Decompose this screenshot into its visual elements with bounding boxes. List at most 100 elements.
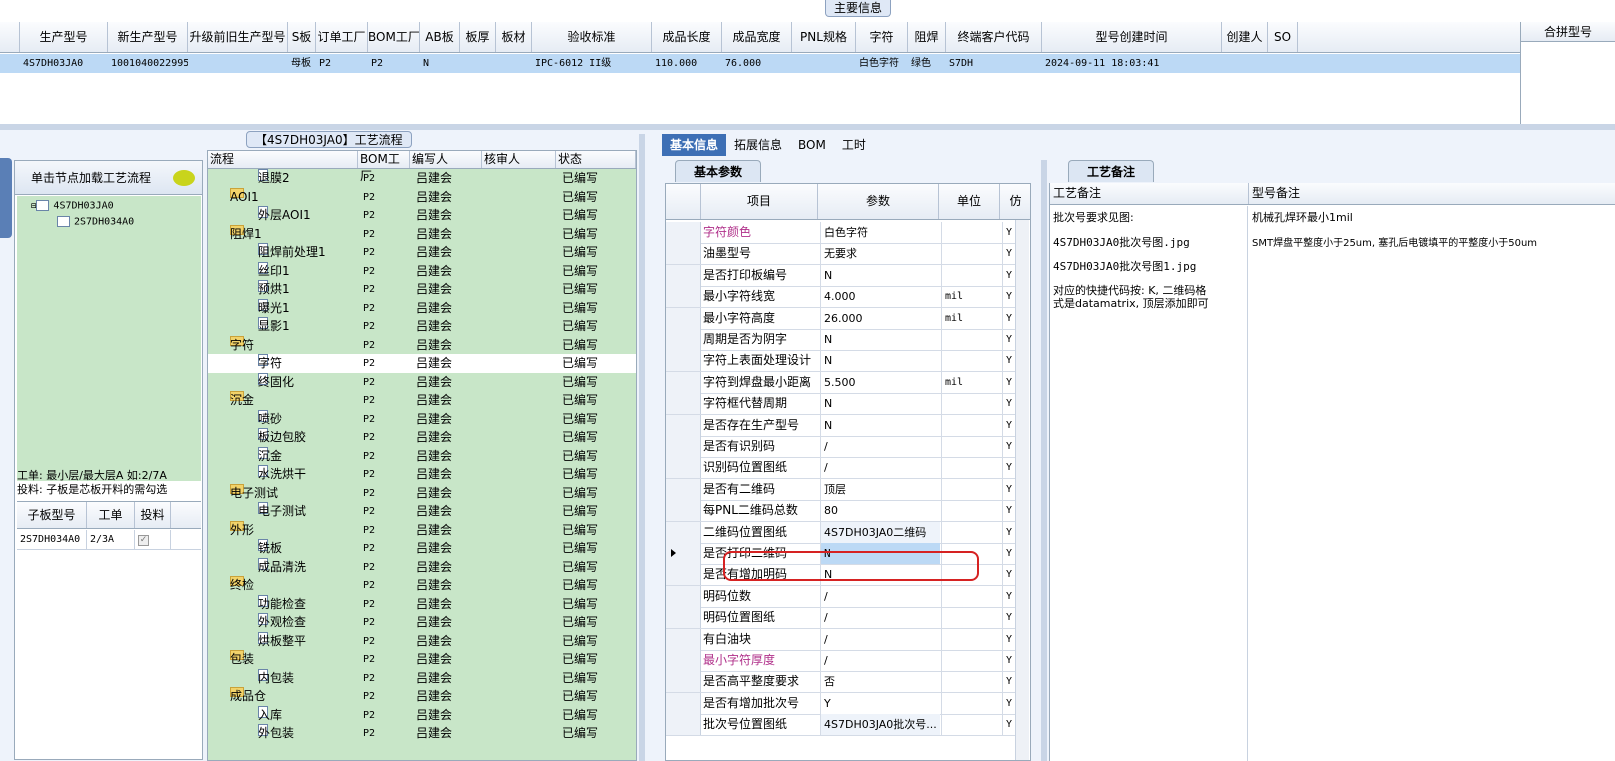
process-row[interactable]: 外包装 P2 吕建会 已编写: [208, 724, 636, 743]
main-col-header[interactable]: 板厚: [460, 22, 496, 52]
param-row[interactable]: 字符到焊盘最小距离 5.500 mil Y: [666, 371, 1016, 394]
main-col-header[interactable]: 创建人: [1222, 22, 1268, 52]
param-row[interactable]: 识别码位置图纸 / Y: [666, 457, 1016, 480]
process-row[interactable]: 成品清洗 P2 吕建会 已编写: [208, 557, 636, 577]
process-row[interactable]: 丝印1 P2 吕建会 已编写: [208, 261, 636, 281]
process-row[interactable]: 字符 P2 吕建会 已编写: [208, 354, 636, 373]
param-row[interactable]: 是否有二维码 顶层 Y: [666, 478, 1016, 501]
main-col-header[interactable]: 成品宽度: [722, 22, 792, 52]
process-row[interactable]: 阻焊前处理1 P2 吕建会 已编写: [208, 243, 636, 262]
subboard-row[interactable]: 2S7DH034A0 2/3A ✓: [17, 530, 201, 550]
param-row[interactable]: 最小字符厚度 / Y: [666, 650, 1016, 672]
param-value[interactable]: N: [820, 393, 940, 415]
process-row[interactable]: 入库 P2 吕建会 已编写: [208, 705, 636, 725]
process-row[interactable]: 功能检查 P2 吕建会 已编写: [208, 594, 636, 614]
param-row[interactable]: 明码位数 / Y: [666, 585, 1016, 608]
param-row[interactable]: 是否有识别码 / Y: [666, 436, 1016, 458]
main-grid-row[interactable]: 4S7DH03JA0 10010400229955 母板 P2 P2 N IPC-6012 …: [0, 54, 1520, 73]
param-value[interactable]: /: [820, 457, 940, 479]
param-value[interactable]: 4S7DH03JA0批次号...: [820, 714, 940, 736]
param-value[interactable]: 顶层: [820, 478, 940, 500]
tab-basic-info[interactable]: 基本信息: [662, 134, 727, 156]
feed-checkbox[interactable]: ✓: [138, 535, 149, 546]
param-value[interactable]: 26.000: [820, 307, 940, 329]
param-row[interactable]: 是否有增加批次号 Y Y: [666, 692, 1016, 715]
param-row[interactable]: 油墨型号 无要求 Y: [666, 243, 1016, 266]
param-value[interactable]: /: [820, 607, 940, 629]
process-row[interactable]: 外观检查 P2 吕建会 已编写: [208, 613, 636, 632]
param-row[interactable]: 有白油块 / Y: [666, 628, 1016, 651]
param-row[interactable]: 字符框代替周期 N Y: [666, 393, 1016, 416]
main-col-header[interactable]: 字符: [856, 22, 908, 52]
process-row[interactable]: 外层AOI1 P2 吕建会 已编写: [208, 206, 636, 225]
process-row[interactable]: 喷砂 P2 吕建会 已编写: [208, 409, 636, 429]
main-col-header[interactable]: 订单工厂: [316, 22, 368, 52]
process-row[interactable]: 退膜2 P2 吕建会 已编写: [208, 169, 636, 188]
tab-bom[interactable]: BOM: [790, 134, 834, 156]
param-value[interactable]: 80: [820, 500, 940, 522]
param-row[interactable]: 明码位置图纸 / Y: [666, 607, 1016, 630]
horizontal-splitter[interactable]: [0, 124, 1615, 130]
process-row[interactable]: 铣板 P2 吕建会 已编写: [208, 539, 636, 558]
param-value[interactable]: Y: [820, 692, 940, 714]
main-col-header[interactable]: 阻焊: [908, 22, 946, 52]
main-col-header[interactable]: 验收标准: [532, 22, 652, 52]
process-row[interactable]: 沉金 P2 吕建会 已编写: [208, 391, 636, 410]
param-row[interactable]: 二维码位置图纸 4S7DH03JA0二维码 Y: [666, 521, 1016, 544]
tab-man-hours[interactable]: 工时: [834, 134, 874, 156]
param-row[interactable]: 字符颜色 白色字符 Y: [666, 222, 1016, 244]
process-row[interactable]: 成品仓 P2 吕建会 已编写: [208, 687, 636, 706]
vertical-splitter-2[interactable]: [1041, 160, 1047, 761]
main-col-header[interactable]: 成品长度: [652, 22, 722, 52]
process-row[interactable]: 曝光1 P2 吕建会 已编写: [208, 298, 636, 318]
param-value[interactable]: 5.500: [820, 371, 940, 393]
process-row[interactable]: 电子测试 P2 吕建会 已编写: [208, 502, 636, 521]
main-col-header[interactable]: 新生产型号: [108, 22, 188, 52]
process-row[interactable]: 外形 P2 吕建会 已编写: [208, 520, 636, 540]
param-value[interactable]: /: [820, 436, 940, 457]
param-row[interactable]: 字符上表面处理设计 N Y: [666, 350, 1016, 373]
param-value[interactable]: 4.000: [820, 286, 940, 308]
param-row[interactable]: 是否高平整度要求否 Y: [666, 671, 1016, 694]
hierarchy-vertical-tab[interactable]: [0, 158, 12, 238]
tree-node-root[interactable]: ⊟ 4S7DH03JA0: [31, 200, 114, 212]
param-value[interactable]: 4S7DH03JA0二维码: [820, 521, 940, 543]
main-col-header[interactable]: 板材: [496, 22, 532, 52]
param-value[interactable]: 白色字符: [820, 222, 940, 243]
tree-node-child[interactable]: 2S7DH034A0: [57, 216, 134, 228]
process-row[interactable]: 字符 P2 吕建会 已编写: [208, 335, 636, 355]
param-row[interactable]: 是否存在生产型号 N Y: [666, 414, 1016, 437]
process-row[interactable]: 预烘1 P2 吕建会 已编写: [208, 280, 636, 299]
main-col-header[interactable]: 终端客户代码: [946, 22, 1042, 52]
param-value[interactable]: /: [820, 628, 940, 650]
param-row[interactable]: 周期是否为阴字 N Y: [666, 329, 1016, 351]
param-value[interactable]: 否: [820, 671, 940, 693]
param-row[interactable]: 最小字符线宽 4.000 mil Y: [666, 286, 1016, 309]
param-row[interactable]: 最小字符高度 26.000 mil Y: [666, 307, 1016, 330]
process-row[interactable]: 包装 P2 吕建会 已编写: [208, 650, 636, 669]
main-col-header[interactable]: S板: [288, 22, 316, 52]
param-value[interactable]: N: [820, 329, 940, 350]
param-row[interactable]: 批次号位置图纸 4S7DH03JA0批次号... Y: [666, 714, 1016, 737]
param-row[interactable]: 是否打印板编号 N Y: [666, 264, 1016, 287]
process-row[interactable]: 沉金 P2 吕建会 已编写: [208, 446, 636, 466]
process-row[interactable]: 板边包胶 P2 吕建会 已编写: [208, 428, 636, 447]
process-row[interactable]: 烘板整平 P2 吕建会 已编写: [208, 631, 636, 651]
main-col-header[interactable]: BOM工厂: [368, 22, 420, 52]
main-col-header[interactable]: 生产型号: [20, 22, 108, 52]
process-row[interactable]: 水洗烘干 P2 吕建会 已编写: [208, 465, 636, 484]
params-scrollbar[interactable]: [1015, 220, 1029, 760]
process-row[interactable]: 显影1 P2 吕建会 已编写: [208, 317, 636, 336]
vertical-splitter[interactable]: [639, 134, 645, 761]
process-remark-text[interactable]: 批次号要求见图: 4S7DH03JA0批次号图.jpg 4S7DH03JA0批次…: [1050, 206, 1248, 761]
main-col-header[interactable]: AB板: [420, 22, 460, 52]
param-row[interactable]: 每PNL二维码总数 80 Y: [666, 500, 1016, 523]
param-value[interactable]: N: [820, 264, 940, 286]
process-row[interactable]: 阻焊1 P2 吕建会 已编写: [208, 224, 636, 244]
model-remark-text[interactable]: 机械孔焊环最小1mil SMT焊盘平整度小于25um, 塞孔后电镀填平的平整度小…: [1249, 206, 1615, 761]
process-row[interactable]: 内包装 P2 吕建会 已编写: [208, 668, 636, 688]
param-value[interactable]: N: [820, 414, 940, 436]
tab-extended-info[interactable]: 拓展信息: [726, 134, 790, 156]
param-value[interactable]: 无要求: [820, 243, 940, 265]
process-row[interactable]: 电子测试 P2 吕建会 已编写: [208, 483, 636, 503]
